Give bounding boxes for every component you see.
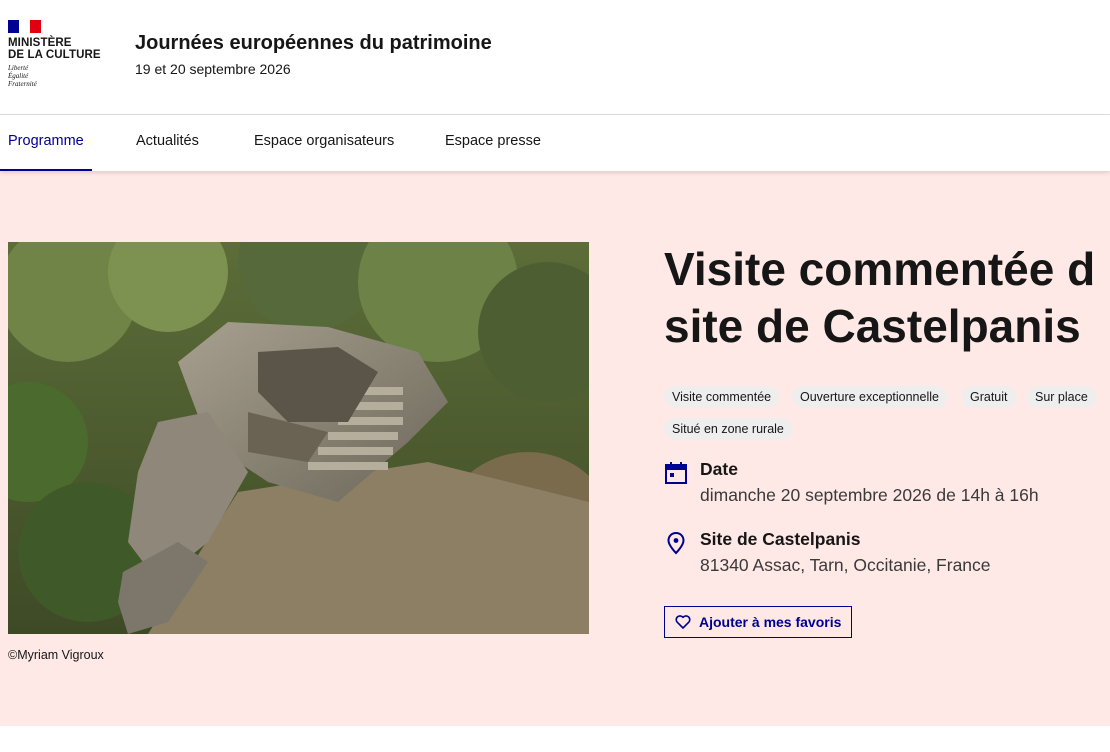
site-tagline: 19 et 20 septembre 2026 — [135, 61, 291, 77]
map-pin-icon — [667, 531, 685, 555]
nav-item-programme[interactable]: Programme — [0, 115, 92, 171]
calendar-icon — [665, 462, 687, 484]
event-title-line2: site de Castelpanis — [664, 300, 1081, 352]
motto-egalite: Égalité — [8, 72, 29, 80]
add-to-favorites-button[interactable]: Ajouter à mes favoris — [664, 606, 853, 638]
place-value: 81340 Assac, Tarn, Occitanie, France — [700, 555, 991, 575]
ruins-photo-illustration — [8, 242, 589, 634]
date-value: dimanche 20 septembre 2026 de 14h à 16h — [700, 485, 1039, 505]
tag-visite-commentee: Visite commentée — [664, 386, 780, 408]
event-title: Visite commentée d site de Castelpanis — [664, 241, 1110, 355]
nav-item-espace-presse[interactable]: Espace presse — [437, 115, 549, 171]
photo-credit: ©Myriam Vigroux — [8, 648, 104, 662]
event-title-line1: Visite commentée d — [664, 243, 1096, 295]
motto-fraternite: Fraternité — [8, 80, 37, 88]
motto-liberte: Liberté — [8, 64, 29, 72]
tag-ouverture-exceptionnelle: Ouverture exceptionnelle — [792, 386, 947, 408]
date-label: Date — [700, 459, 738, 479]
event-photo — [8, 242, 589, 634]
tag-situe-en-zone-rurale: Situé en zone rurale — [664, 418, 792, 440]
tag-gratuit: Gratuit — [962, 386, 1016, 408]
logo-title-line2: de la Culture — [8, 49, 101, 61]
site-title[interactable]: Journées européennes du patrimoine — [135, 32, 492, 55]
site-header: Ministère de la Culture Liberté Égalité … — [0, 0, 1110, 115]
logo-title-line1: Ministère — [8, 37, 72, 49]
add-to-favorites-label: Ajouter à mes favoris — [699, 614, 842, 630]
french-flag-icon — [8, 20, 41, 33]
nav-item-actualites[interactable]: Actualités — [128, 115, 207, 171]
place-label: Site de Castelpanis — [700, 529, 861, 549]
ministry-logo[interactable]: Ministère de la Culture Liberté Égalité … — [8, 20, 118, 88]
heart-icon — [675, 615, 691, 629]
tag-sur-place: Sur place — [1027, 386, 1096, 408]
event-hero: ©Myriam Vigroux Visite commentée d site … — [0, 171, 1110, 726]
nav-item-espace-organisateurs[interactable]: Espace organisateurs — [246, 115, 402, 171]
main-navigation: Programme Actualités Espace organisateur… — [0, 115, 1110, 171]
